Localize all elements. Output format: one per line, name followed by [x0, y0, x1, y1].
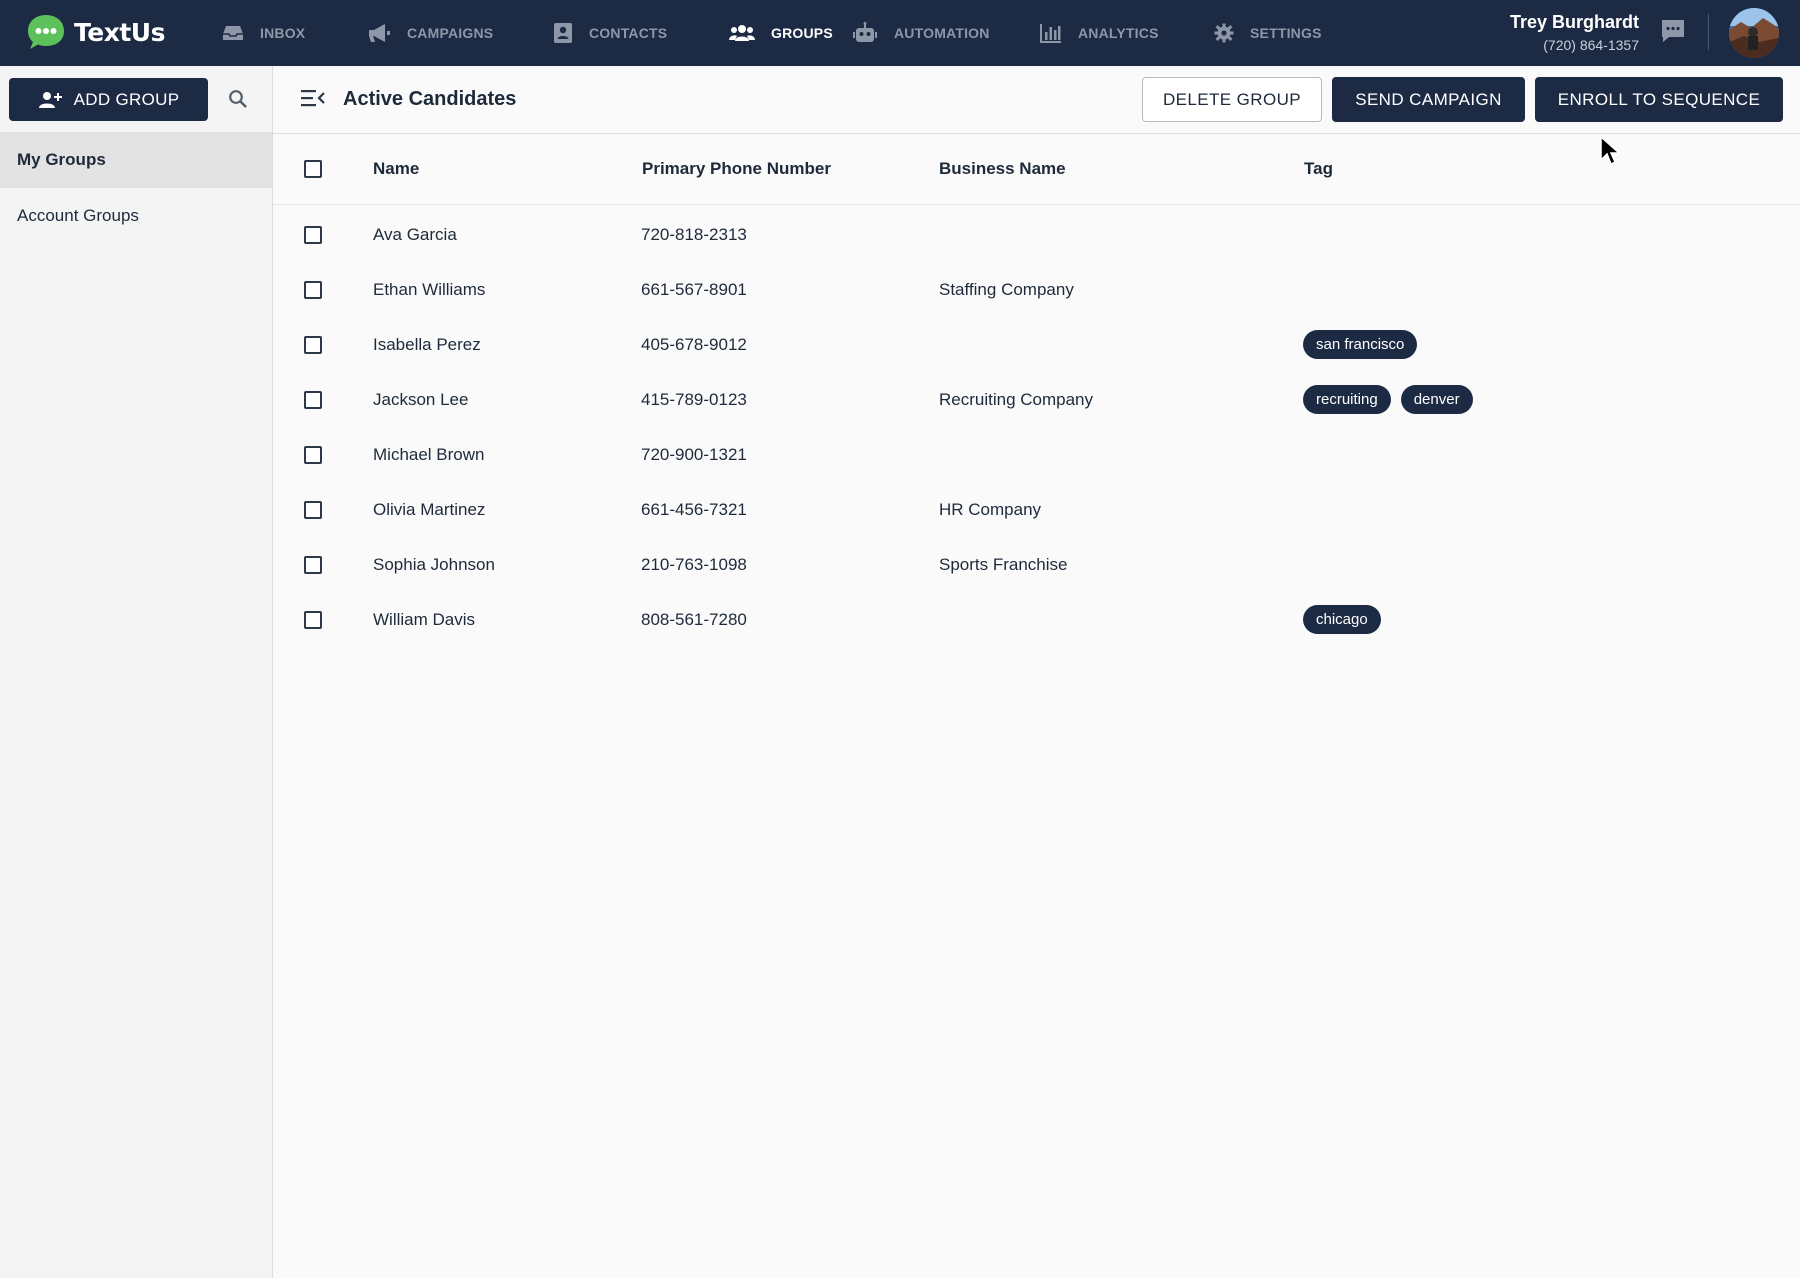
row-checkbox[interactable]	[304, 390, 322, 409]
row-checkbox[interactable]	[304, 555, 322, 574]
contact-name[interactable]: Jackson Lee	[373, 372, 468, 427]
nav-label-settings: SETTINGS	[1250, 25, 1322, 41]
group-header: Active Candidates DELETE GROUP SEND CAMP…	[273, 66, 1800, 134]
column-header-business[interactable]: Business Name	[939, 134, 1066, 204]
nav-groups[interactable]: GROUPS	[729, 0, 833, 66]
row-checkbox[interactable]	[304, 445, 322, 464]
page-title: Active Candidates	[343, 88, 517, 110]
user-phone: (720) 864-1357	[1543, 37, 1639, 53]
contact-name[interactable]: Isabella Perez	[373, 317, 481, 372]
nav-contacts[interactable]: CONTACTS	[553, 0, 667, 66]
contact-phone: 405-678-9012	[641, 334, 747, 354]
sidebar-item-label: Account Groups	[17, 206, 139, 225]
table-header: Name Primary Phone Number Business Name …	[273, 134, 1800, 205]
sidebar-item-my-groups[interactable]: My Groups	[0, 132, 272, 188]
table-row[interactable]: Isabella Perez 405-678-9012 san francisco	[273, 317, 1800, 372]
contact-name[interactable]: William Davis	[373, 592, 475, 647]
search-icon[interactable]	[228, 89, 248, 114]
row-checkbox[interactable]	[304, 500, 322, 519]
nav-label-contacts: CONTACTS	[589, 25, 668, 41]
nav-label-campaigns: CAMPAIGNS	[407, 25, 494, 41]
user-name: Trey Burghardt	[1509, 12, 1639, 32]
avatar[interactable]	[1729, 8, 1779, 58]
nav-divider	[1708, 14, 1709, 50]
add-user-icon	[38, 91, 62, 108]
megaphone-icon	[369, 24, 390, 42]
row-checkbox[interactable]	[304, 335, 322, 354]
table-body: Ava Garcia 720-818-2313 Ethan Williams 661-…	[273, 207, 1800, 647]
contact-name[interactable]: Ethan Williams	[373, 262, 485, 317]
contact-business: HR Company	[939, 499, 1042, 519]
row-checkbox[interactable]	[304, 280, 322, 299]
nav-label-analytics: ANALYTICS	[1078, 25, 1159, 41]
nav-campaigns[interactable]: CAMPAIGNS	[367, 0, 493, 66]
table-row[interactable]: Olivia Martinez 661-456-7321 HR Company	[273, 482, 1800, 537]
nav-inbox[interactable]: INBOX	[222, 0, 305, 66]
contact-phone: 720-818-2313	[641, 224, 747, 244]
tag-chip[interactable]: denver	[1400, 385, 1473, 414]
nav-label-groups: GROUPS	[771, 25, 833, 41]
contact-book-icon	[554, 23, 572, 43]
add-group-label: ADD GROUP	[73, 89, 180, 109]
contacts-table: Name Primary Phone Number Business Name …	[273, 134, 1800, 647]
nav-analytics[interactable]: ANALYTICS	[1040, 0, 1159, 66]
contact-name[interactable]: Ava Garcia	[373, 207, 457, 262]
logo-chat-bubble-icon	[26, 13, 66, 51]
contact-phone: 661-456-7321	[641, 499, 747, 519]
delete-group-button[interactable]: DELETE GROUP	[1142, 77, 1322, 122]
nav-settings[interactable]: SETTINGS	[1214, 0, 1322, 66]
contact-tags: san francisco	[1303, 317, 1427, 372]
select-all-checkbox[interactable]	[304, 160, 322, 178]
robot-icon	[853, 22, 877, 42]
mouse-cursor-icon	[1600, 135, 1621, 171]
contact-phone: 415-789-0123	[641, 389, 747, 409]
contact-tags: recruiting denver	[1303, 372, 1483, 427]
nav-label-automation: AUTOMATION	[894, 25, 990, 41]
contact-phone: 210-763-1098	[641, 554, 747, 574]
inbox-icon	[223, 26, 243, 40]
sidebar-item-label: My Groups	[17, 150, 106, 169]
sidebar-item-account-groups[interactable]: Account Groups	[0, 188, 272, 244]
contact-name[interactable]: Michael Brown	[373, 427, 485, 482]
collapse-menu-icon[interactable]	[301, 89, 325, 112]
table-row[interactable]: Jackson Lee 415-789-0123 Recruiting Compan…	[273, 372, 1800, 427]
contact-phone: 720-900-1321	[641, 444, 747, 464]
users-icon	[729, 25, 755, 41]
contact-business: Recruiting Company	[939, 389, 1094, 409]
app-logo[interactable]: TextUs	[26, 13, 165, 51]
contact-phone: 661-567-8901	[641, 279, 747, 299]
tag-chip[interactable]: recruiting	[1303, 385, 1391, 414]
app-name: TextUs	[74, 17, 165, 47]
contact-name[interactable]: Olivia Martinez	[373, 482, 485, 537]
table-row[interactable]: Ava Garcia 720-818-2313	[273, 207, 1800, 262]
table-row[interactable]: William Davis 808-561-7280 chicago	[273, 592, 1800, 647]
table-row[interactable]: Sophia Johnson 210-763-1098 Sports Franchi…	[273, 537, 1800, 592]
tag-chip[interactable]: san francisco	[1303, 330, 1418, 359]
contact-business: Staffing Company	[939, 279, 1074, 299]
user-info[interactable]: Trey Burghardt (720) 864-1357	[1510, 12, 1639, 53]
send-campaign-button[interactable]: SEND CAMPAIGN	[1332, 77, 1525, 122]
contact-name[interactable]: Sophia Johnson	[373, 537, 495, 592]
chat-bubble-icon[interactable]	[1660, 18, 1686, 49]
contact-tags: chicago	[1303, 592, 1391, 647]
add-group-button[interactable]: ADD GROUP	[9, 78, 208, 121]
contact-phone: 808-561-7280	[641, 609, 747, 629]
contact-business: Sports Franchise	[939, 554, 1068, 574]
enroll-to-sequence-button[interactable]: ENROLL TO SEQUENCE	[1535, 77, 1783, 122]
bar-chart-icon	[1040, 24, 1061, 43]
table-row[interactable]: Ethan Williams 661-567-8901 Staffing Compa…	[273, 262, 1800, 317]
row-checkbox[interactable]	[304, 610, 322, 629]
top-navigation: TextUs INBOX CAMPAIGNS CONTACTS GROUPS A…	[0, 0, 1800, 66]
gear-icon	[1214, 23, 1234, 43]
column-header-phone[interactable]: Primary Phone Number	[642, 134, 831, 204]
nav-label-inbox: INBOX	[260, 25, 306, 41]
tag-chip[interactable]: chicago	[1303, 605, 1381, 634]
row-checkbox[interactable]	[304, 225, 322, 244]
column-header-tag[interactable]: Tag	[1304, 134, 1333, 204]
sidebar: ADD GROUP My Groups Account Groups	[0, 66, 273, 1278]
column-header-name[interactable]: Name	[373, 134, 419, 204]
table-row[interactable]: Michael Brown 720-900-1321	[273, 427, 1800, 482]
nav-automation[interactable]: AUTOMATION	[852, 0, 990, 66]
